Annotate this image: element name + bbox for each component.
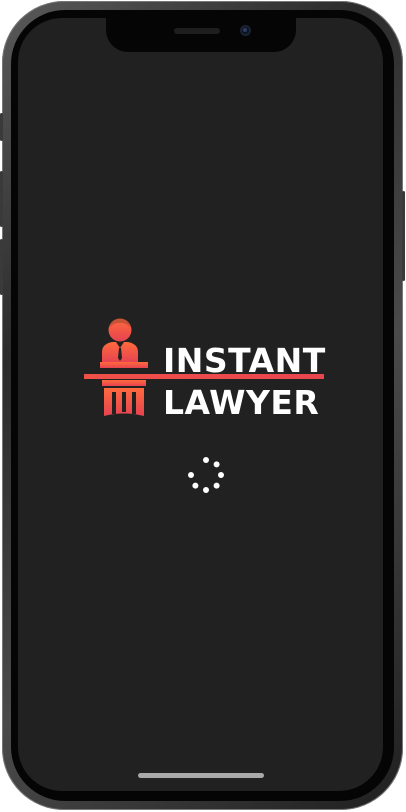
home-indicator[interactable]: [138, 773, 264, 778]
power-button: [402, 191, 405, 281]
notch: [106, 18, 296, 52]
loading-spinner-icon: [188, 457, 224, 493]
lawyer-at-podium-icon: [100, 317, 148, 416]
front-camera: [240, 25, 251, 36]
splash-screen: INSTANT LAWYER: [18, 18, 383, 791]
logo-text-lawyer: LAWYER: [163, 383, 320, 422]
app-logo: INSTANT LAWYER: [82, 308, 332, 422]
silent-switch: [0, 113, 3, 141]
logo-text-instant: INSTANT: [163, 341, 326, 380]
earpiece-speaker: [174, 28, 220, 34]
volume-up-button: [0, 171, 3, 227]
volume-down-button: [0, 239, 3, 295]
